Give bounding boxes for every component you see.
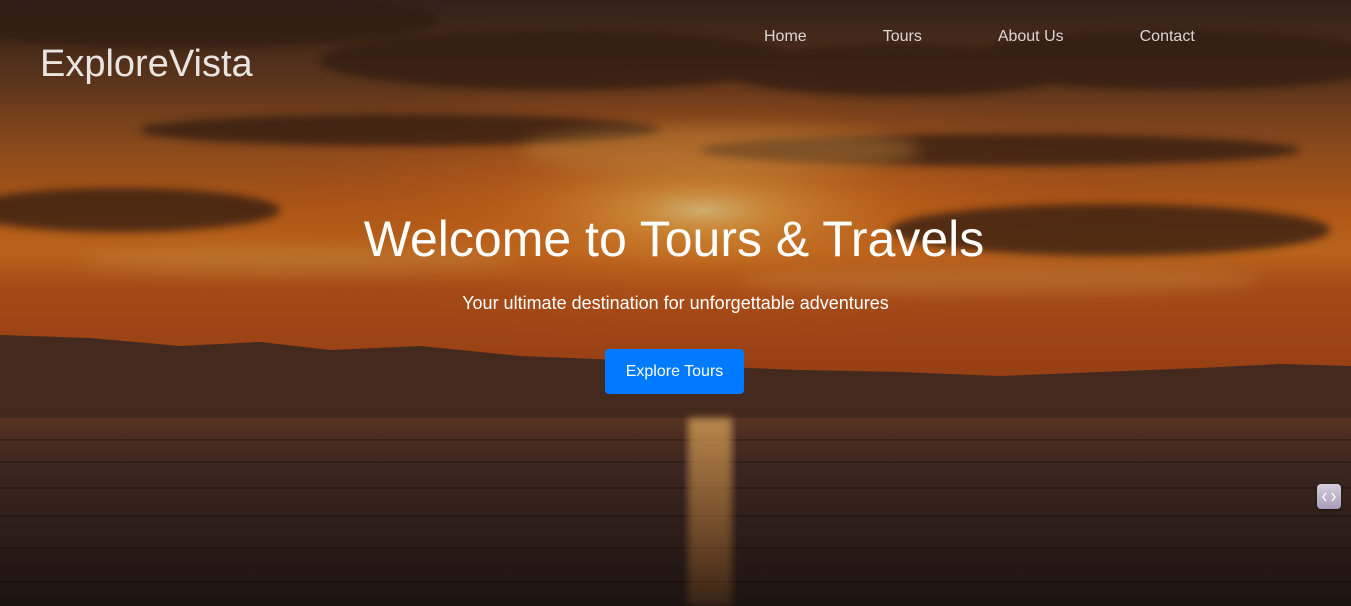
nav-link-contact[interactable]: Contact [1102, 26, 1233, 48]
floating-widget-button[interactable] [1317, 484, 1341, 509]
nav-link-about-us[interactable]: About Us [960, 26, 1102, 48]
nav-item-tours: Tours [845, 26, 960, 48]
hero-title-text: Welcome to Tours & Travels [363, 211, 985, 267]
hero-subtitle: Your ultimate destination for unforgetta… [462, 293, 889, 313]
hero-title: Welcome to Tours & Travels [0, 208, 1351, 270]
nav-item-about: About Us [960, 26, 1102, 48]
hero-section: ExploreVista Home Tours About Us Contact… [0, 0, 1351, 606]
brand-logo[interactable]: ExploreVista [40, 40, 253, 88]
nav-link-tours[interactable]: Tours [845, 26, 960, 48]
explore-tours-button[interactable]: Explore Tours [605, 349, 744, 394]
code-brackets-icon [1322, 492, 1336, 501]
nav-item-home: Home [726, 26, 845, 48]
nav-link-home[interactable]: Home [726, 26, 845, 48]
main-nav: Home Tours About Us Contact [726, 26, 1233, 48]
nav-item-contact: Contact [1102, 26, 1233, 48]
